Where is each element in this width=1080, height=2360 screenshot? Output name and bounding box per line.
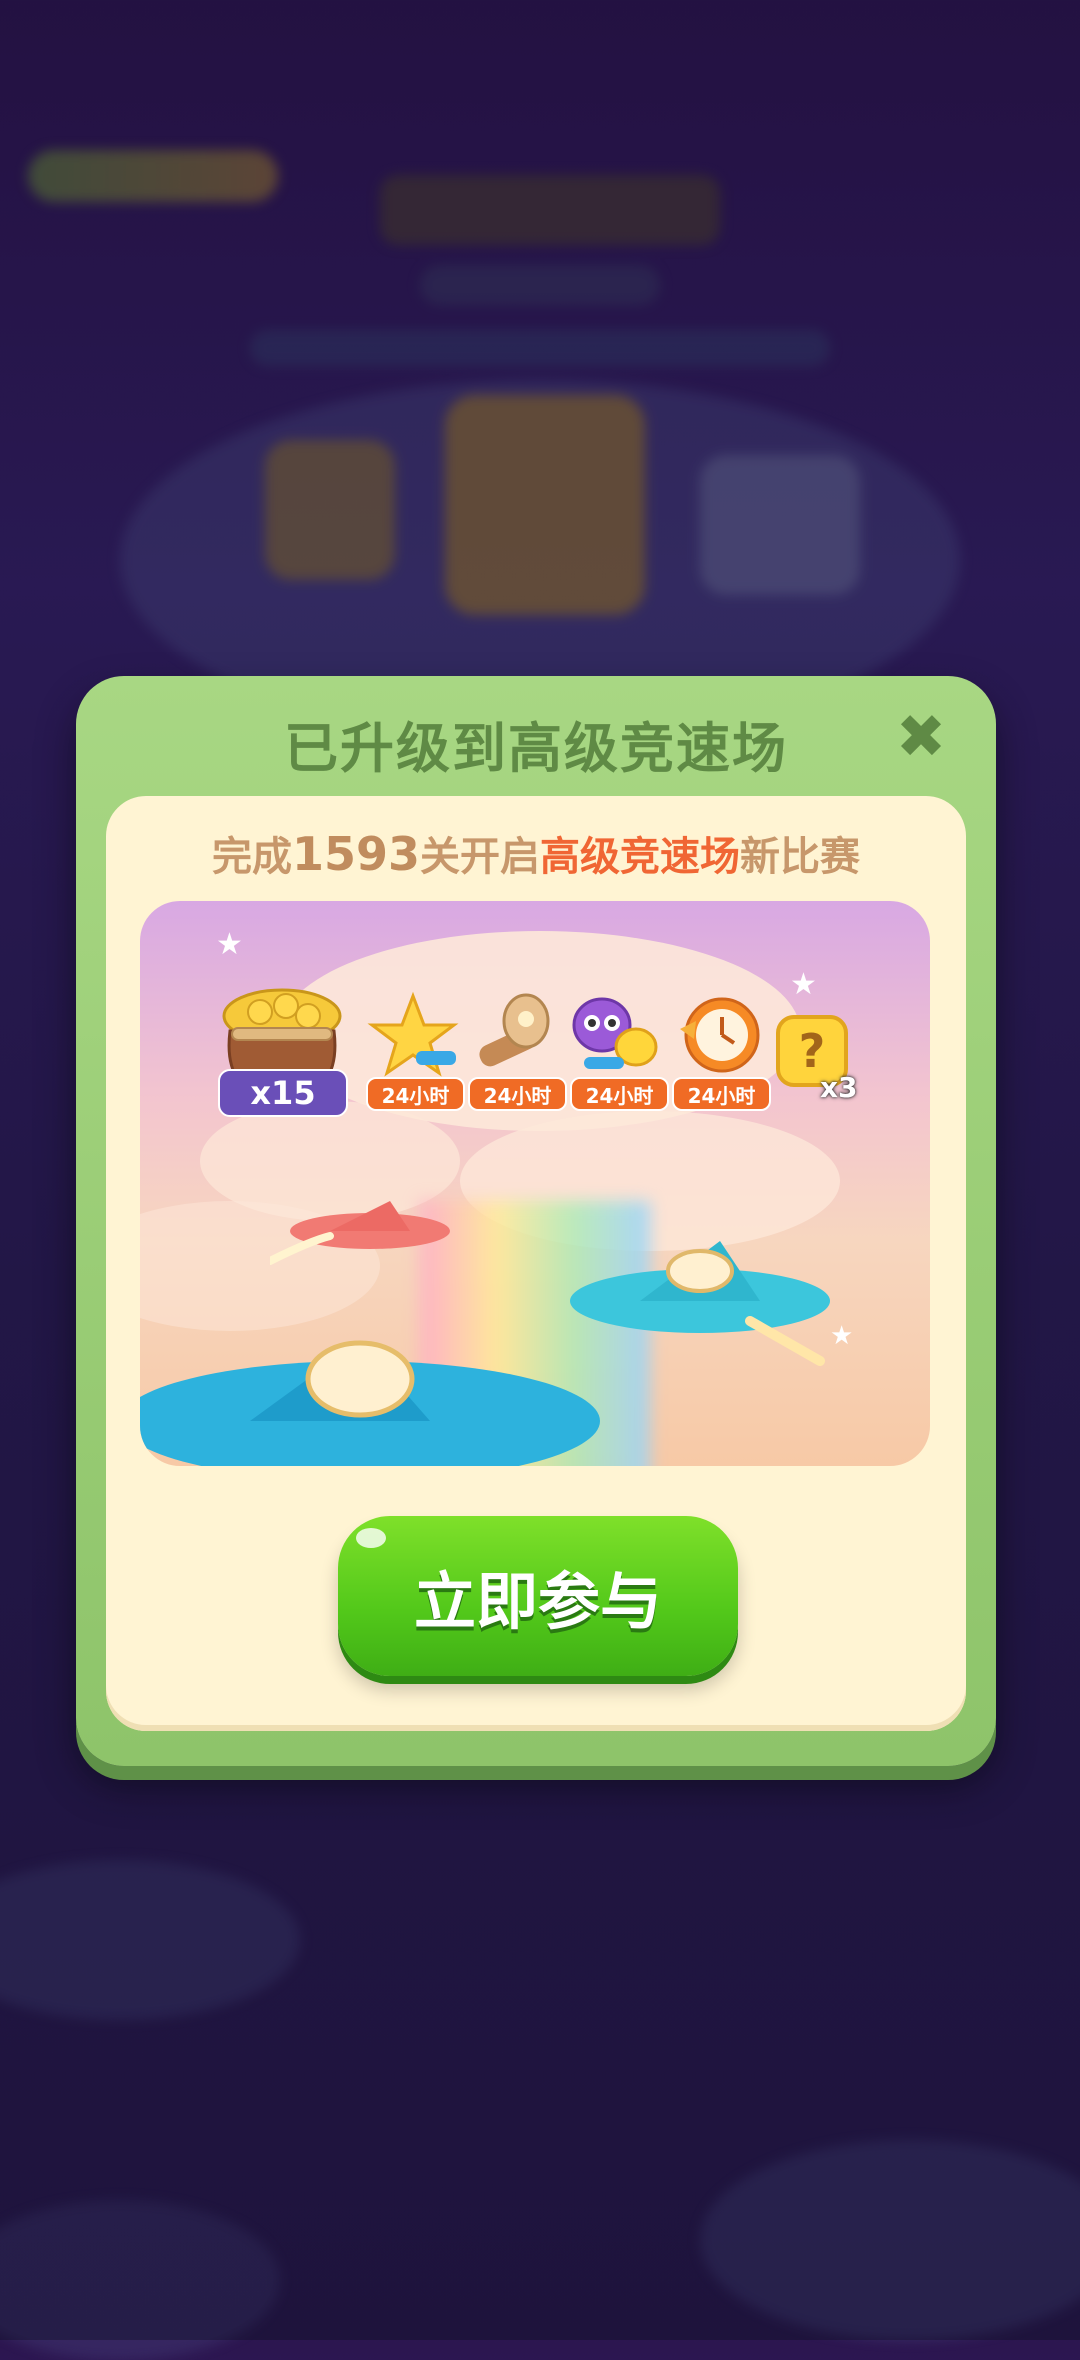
mystery-count: x3	[820, 1071, 858, 1104]
sparkle-icon: ★	[830, 1321, 854, 1351]
join-now-label: 立即参与	[413, 1565, 662, 1638]
dialog-title: 已升级到高级竞速场	[284, 717, 788, 780]
dialog-subtitle: 完成1593关开启高级竞速场新比赛	[211, 827, 861, 881]
dialog-panel: 完成1593关开启高级竞速场新比赛 ★ ★ ★	[106, 796, 966, 1731]
upgrade-dialog: 已升级到高级竞速场 ✖ 完成1593关开启高级竞速场新比赛 ★ ★ ★	[76, 676, 996, 1766]
clock-icon	[680, 997, 760, 1073]
booster-duration: 24小时	[672, 1077, 771, 1111]
booster-duration: 24小时	[366, 1077, 465, 1111]
star-icon	[367, 991, 459, 1077]
level-number: 1593	[291, 827, 421, 881]
svg-text:?: ?	[799, 1024, 826, 1078]
owl-chick-icon	[572, 997, 658, 1069]
booster-duration: 24小时	[570, 1077, 669, 1111]
big-blue-plane-icon	[140, 1340, 600, 1466]
star-booster: 24小时	[366, 991, 465, 1111]
close-button[interactable]: ✖	[890, 706, 952, 768]
close-icon: ✖	[895, 702, 947, 772]
clock-booster: 24小时	[672, 991, 771, 1111]
sparkle-icon: ★	[790, 967, 817, 1002]
hammer-booster: 24小时	[468, 991, 567, 1111]
highlight-text: 高级竞速场	[540, 834, 741, 880]
hammer-icon	[479, 993, 550, 1067]
coin-bag-count: x15	[218, 1069, 348, 1117]
booster-duration: 24小时	[468, 1077, 567, 1111]
sparkle-icon: ★	[216, 927, 243, 962]
owl-chick-booster: 24小时	[570, 991, 669, 1111]
join-now-button[interactable]: 立即参与	[338, 1516, 738, 1676]
reward-banner: ★ ★ ★ x15 24小	[140, 901, 930, 1466]
red-plane-icon	[270, 1201, 450, 1265]
